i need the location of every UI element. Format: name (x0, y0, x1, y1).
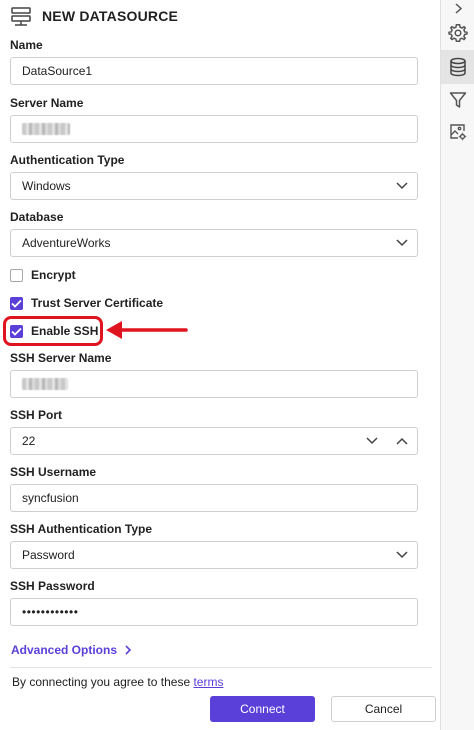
chevron-right-icon (125, 645, 132, 655)
ssh-password-label: SSH Password (10, 579, 95, 593)
auth-type-value: Windows (22, 179, 71, 193)
annotation-arrow-icon (106, 320, 188, 345)
auth-type-select[interactable]: Windows (10, 172, 418, 200)
datasource-panel: NEW DATASOURCE Name DataSource1 Server N… (0, 0, 440, 730)
database-label: Database (10, 210, 64, 224)
terms-text: By connecting you agree to these terms (12, 675, 223, 689)
redacted-ssh-server-name (22, 378, 68, 390)
annotation-highlight-box (3, 316, 103, 346)
server-name-label: Server Name (10, 96, 84, 110)
name-input[interactable]: DataSource1 (10, 57, 418, 85)
database-value: AdventureWorks (22, 236, 111, 250)
terms-link[interactable]: terms (193, 675, 223, 689)
chevron-down-icon[interactable] (387, 542, 417, 568)
chevron-up-icon[interactable] (387, 428, 417, 454)
checkbox-checked-icon[interactable] (10, 296, 23, 310)
trust-cert-checkbox[interactable]: Trust Server Certificate (10, 296, 163, 310)
settings-icon[interactable] (441, 16, 474, 50)
ssh-auth-type-select[interactable]: Password (10, 541, 418, 569)
chevron-right-icon[interactable] (441, 0, 474, 16)
ssh-auth-type-value: Password (22, 548, 75, 562)
name-value: DataSource1 (22, 64, 93, 78)
server-name-input[interactable] (10, 115, 418, 143)
cancel-button[interactable]: Cancel (331, 696, 436, 722)
name-label: Name (10, 38, 43, 52)
ssh-username-label: SSH Username (10, 465, 97, 479)
redacted-server-name (22, 123, 70, 135)
ssh-port-stepper[interactable]: 22 (10, 427, 418, 455)
ssh-port-value: 22 (22, 434, 36, 448)
side-rail (440, 0, 474, 730)
database-icon[interactable] (441, 50, 474, 84)
page-title: NEW DATASOURCE (42, 8, 179, 24)
checkbox-unchecked-icon[interactable] (10, 268, 23, 282)
terms-prefix: By connecting you agree to these (12, 675, 191, 689)
image-settings-icon[interactable] (441, 116, 474, 148)
panel-header: NEW DATASOURCE (10, 4, 178, 28)
ssh-server-name-input[interactable] (10, 370, 418, 398)
chevron-down-icon[interactable] (387, 173, 417, 199)
ssh-username-value: syncfusion (22, 491, 79, 505)
chevron-down-icon[interactable] (387, 230, 417, 256)
ssh-auth-type-label: SSH Authentication Type (10, 522, 153, 536)
trust-cert-label: Trust Server Certificate (31, 296, 164, 310)
connect-button[interactable]: Connect (210, 696, 315, 722)
advanced-options-link[interactable]: Advanced Options (11, 643, 132, 657)
footer-divider (10, 667, 432, 668)
ssh-username-input[interactable]: syncfusion (10, 484, 418, 512)
advanced-options-label: Advanced Options (11, 643, 118, 657)
filter-icon[interactable] (441, 84, 474, 116)
encrypt-label: Encrypt (31, 268, 76, 282)
encrypt-checkbox[interactable]: Encrypt (10, 268, 76, 282)
ssh-server-name-label: SSH Server Name (10, 351, 112, 365)
database-select[interactable]: AdventureWorks (10, 229, 418, 257)
server-icon (10, 5, 32, 27)
ssh-password-value: •••••••••••• (22, 605, 79, 619)
ssh-password-input[interactable]: •••••••••••• (10, 598, 418, 626)
auth-type-label: Authentication Type (10, 153, 125, 167)
chevron-down-icon[interactable] (357, 428, 387, 454)
ssh-port-label: SSH Port (10, 408, 63, 422)
